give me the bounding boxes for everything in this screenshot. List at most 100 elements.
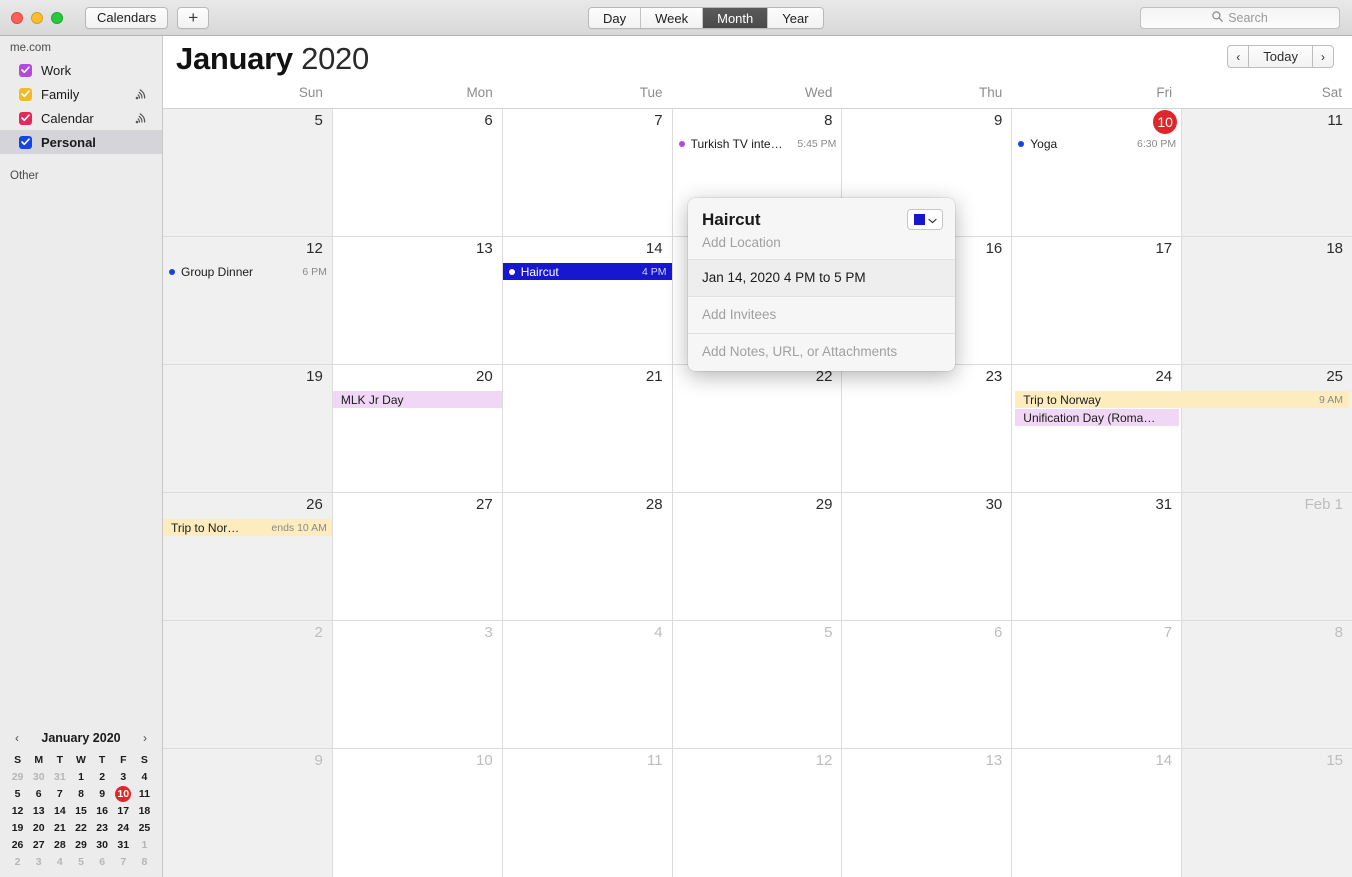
mini-cal-day[interactable]: 31 bbox=[49, 769, 70, 786]
calendar-checkbox-work[interactable] bbox=[19, 63, 32, 77]
day-cell[interactable]: 11 bbox=[503, 749, 673, 877]
day-cell[interactable]: 13 bbox=[842, 749, 1013, 877]
day-cell[interactable]: 6 bbox=[842, 621, 1013, 749]
next-month-button[interactable]: › bbox=[1312, 45, 1334, 68]
mini-cal-day[interactable]: 21 bbox=[49, 820, 70, 837]
day-cell[interactable]: 2 bbox=[163, 621, 333, 749]
tab-day[interactable]: Day bbox=[589, 8, 642, 28]
mini-cal-day[interactable]: 4 bbox=[49, 854, 70, 871]
day-cell[interactable]: 25 bbox=[1182, 365, 1352, 493]
mini-cal-day[interactable]: 26 bbox=[7, 837, 28, 854]
mini-cal-day[interactable]: 22 bbox=[70, 820, 91, 837]
day-cell[interactable]: 14 Haircut 4 PM bbox=[502, 237, 673, 365]
calendar-event[interactable]: Turkish TV inte… 5:45 PM bbox=[673, 135, 842, 152]
mini-cal-day[interactable]: 11 bbox=[134, 786, 155, 803]
day-cell[interactable]: 9 bbox=[163, 749, 333, 877]
day-cell[interactable]: 12 bbox=[673, 749, 843, 877]
mini-cal-day[interactable]: 23 bbox=[92, 820, 113, 837]
day-cell[interactable]: 14 bbox=[1012, 749, 1183, 877]
event-date-field[interactable]: Jan 14, 2020 4 PM to 5 PM bbox=[688, 260, 955, 297]
close-window-button[interactable] bbox=[11, 11, 23, 24]
day-cell[interactable]: 18 bbox=[1182, 237, 1352, 365]
mini-cal-day[interactable]: 30 bbox=[28, 769, 49, 786]
sidebar-calendar-personal[interactable]: Personal bbox=[0, 130, 162, 154]
day-cell[interactable]: Feb 1 bbox=[1182, 493, 1352, 621]
day-cell[interactable]: 5 bbox=[163, 109, 333, 237]
mini-cal-day[interactable]: 9 bbox=[92, 786, 113, 803]
calendar-event[interactable]: Trip to Nor… ends 10 AM bbox=[163, 519, 332, 536]
day-cell[interactable]: 26 Trip to Nor… ends 10 AM bbox=[163, 493, 333, 621]
day-cell[interactable]: 22 bbox=[672, 365, 843, 493]
calendar-checkbox-calendar[interactable] bbox=[19, 111, 32, 125]
day-cell[interactable]: 4 bbox=[502, 621, 673, 749]
event-invitees-field[interactable]: Add Invitees bbox=[688, 297, 955, 334]
calendar-event[interactable]: Group Dinner 6 PM bbox=[163, 263, 332, 280]
mini-cal-day[interactable]: 19 bbox=[7, 820, 28, 837]
add-event-button[interactable]: + bbox=[177, 6, 210, 29]
day-cell[interactable]: 27 bbox=[332, 493, 503, 621]
day-cell[interactable]: 10 bbox=[333, 749, 503, 877]
mini-cal-day[interactable]: 31 bbox=[113, 837, 134, 854]
multi-day-event[interactable]: Unification Day (Roma… bbox=[1015, 409, 1180, 426]
mini-cal-day[interactable]: 13 bbox=[28, 803, 49, 820]
mini-cal-day[interactable]: 12 bbox=[7, 803, 28, 820]
day-cell[interactable]: 3 bbox=[332, 621, 503, 749]
minimize-window-button[interactable] bbox=[31, 11, 43, 24]
day-cell[interactable]: 15 bbox=[1182, 749, 1352, 877]
event-location-field[interactable]: Add Location bbox=[688, 232, 955, 260]
mini-cal-day[interactable]: 2 bbox=[7, 854, 28, 871]
sidebar-calendar-calendar[interactable]: Calendar bbox=[0, 106, 162, 130]
mini-cal-day[interactable]: 15 bbox=[70, 803, 91, 820]
mini-cal-day[interactable]: 5 bbox=[7, 786, 28, 803]
calendars-button[interactable]: Calendars bbox=[85, 6, 169, 29]
search-input[interactable]: Search bbox=[1140, 7, 1340, 29]
mini-cal-day[interactable]: 2 bbox=[92, 769, 113, 786]
mini-cal-day[interactable]: 30 bbox=[92, 837, 113, 854]
mini-cal-day[interactable]: 14 bbox=[49, 803, 70, 820]
day-cell[interactable]: 12 Group Dinner 6 PM bbox=[163, 237, 333, 365]
today-button[interactable]: Today bbox=[1249, 45, 1312, 68]
day-cell[interactable]: 6 bbox=[332, 109, 503, 237]
day-cell[interactable]: 31 bbox=[1012, 493, 1183, 621]
maximize-window-button[interactable] bbox=[51, 11, 63, 24]
mini-calendar-next-icon[interactable]: › bbox=[139, 731, 151, 745]
mini-calendar-prev-icon[interactable]: ‹ bbox=[11, 731, 23, 745]
view-mode-segmented-control[interactable]: Day Week Month Year bbox=[588, 7, 824, 29]
mini-cal-day[interactable]: 29 bbox=[70, 837, 91, 854]
mini-cal-day[interactable]: 17 bbox=[113, 803, 134, 820]
day-cell[interactable]: 29 bbox=[672, 493, 843, 621]
mini-cal-day[interactable]: 1 bbox=[134, 837, 155, 854]
day-cell[interactable]: 7 bbox=[1012, 621, 1183, 749]
calendar-event[interactable]: MLK Jr Day bbox=[332, 391, 502, 408]
tab-month[interactable]: Month bbox=[703, 8, 769, 28]
day-cell[interactable]: 17 bbox=[1012, 237, 1183, 365]
mini-cal-day[interactable]: 8 bbox=[70, 786, 91, 803]
day-cell[interactable]: 11 bbox=[1182, 109, 1352, 237]
calendar-event[interactable]: Yoga 6:30 PM bbox=[1012, 135, 1181, 152]
tab-week[interactable]: Week bbox=[641, 8, 704, 28]
mini-cal-day[interactable]: 3 bbox=[28, 854, 49, 871]
day-cell[interactable]: 13 bbox=[332, 237, 503, 365]
calendar-event[interactable]: Haircut 4 PM bbox=[502, 263, 672, 280]
tab-year[interactable]: Year bbox=[768, 8, 823, 28]
mini-cal-day[interactable]: 25 bbox=[134, 820, 155, 837]
day-cell[interactable]: 8 bbox=[1182, 621, 1352, 749]
mini-cal-day[interactable]: 24 bbox=[113, 820, 134, 837]
day-cell[interactable]: 19 bbox=[163, 365, 333, 493]
mini-cal-day[interactable]: 5 bbox=[70, 854, 91, 871]
multi-day-event[interactable]: Trip to Norway 9 AM bbox=[1015, 391, 1349, 408]
day-cell[interactable]: 21 bbox=[502, 365, 673, 493]
day-cell[interactable]: 24 bbox=[1012, 365, 1183, 493]
mini-cal-day[interactable]: 3 bbox=[113, 769, 134, 786]
calendar-checkbox-family[interactable] bbox=[19, 87, 32, 101]
previous-month-button[interactable]: ‹ bbox=[1227, 45, 1250, 68]
mini-cal-day[interactable]: 7 bbox=[49, 786, 70, 803]
mini-cal-day[interactable]: 7 bbox=[113, 854, 134, 871]
sidebar-calendar-family[interactable]: Family bbox=[0, 82, 162, 106]
event-calendar-color-dropdown[interactable] bbox=[907, 209, 943, 230]
mini-cal-day[interactable]: 1 bbox=[70, 769, 91, 786]
calendar-checkbox-personal[interactable] bbox=[19, 135, 32, 149]
day-cell[interactable]: 30 bbox=[842, 493, 1013, 621]
sidebar-calendar-work[interactable]: Work bbox=[0, 58, 162, 82]
mini-cal-day[interactable]: 4 bbox=[134, 769, 155, 786]
